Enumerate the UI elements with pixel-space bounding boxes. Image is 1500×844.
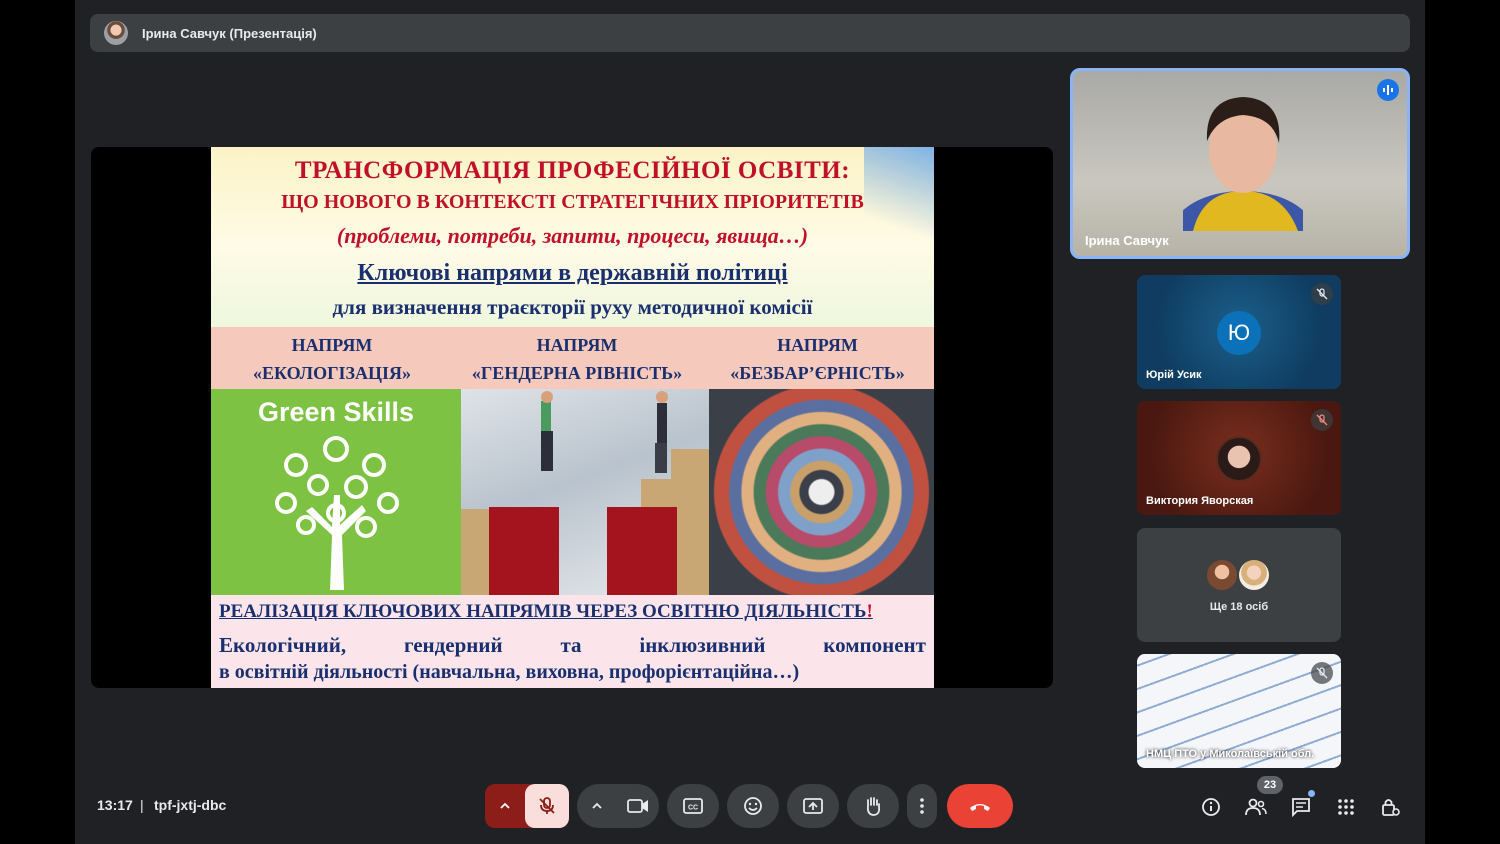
participant-name: Юрій Усик <box>1146 369 1202 381</box>
participant-tile[interactable]: Виктория Яворская <box>1137 401 1341 515</box>
camera-icon <box>627 799 648 813</box>
mic-off-icon <box>1311 662 1333 684</box>
presentation-stage[interactable]: ТРАНСФОРМАЦІЯ ПРОФЕСІЙНОЇ ОСВІТИ: ЩО НОВ… <box>91 147 1053 688</box>
mic-control-group <box>485 784 569 828</box>
avatar <box>1216 436 1262 482</box>
hang-up-icon <box>970 804 990 811</box>
speaker-video <box>1183 97 1303 231</box>
participant-name: НМЦ ПТО у Миколаївській обл. <box>1146 748 1315 760</box>
directions-row: НАПРЯМ «ЕКОЛОГІЗАЦІЯ» НАПРЯМ «ГЕНДЕРНА Р… <box>211 327 934 389</box>
footer-word: інклюзивний <box>639 633 766 657</box>
presenter-name: Ірина Савчук (Презентація) <box>142 25 317 41</box>
slide-images: Green Skills <box>211 389 934 595</box>
avatar <box>104 21 128 45</box>
direction-label: НАПРЯМ <box>536 335 618 355</box>
more-options-button[interactable] <box>907 784 937 828</box>
mic-off-button[interactable] <box>525 784 569 828</box>
info-icon <box>1202 798 1220 816</box>
slide-subtitle: ЩО НОВОГО В КОНТЕКСТІ СТРАТЕГІЧНИХ ПРІОР… <box>281 191 864 213</box>
stairs-illustration <box>461 391 709 595</box>
slide-footer-title: РЕАЛІЗАЦІЯ КЛЮЧОВИХ НАПРЯМІВ ЧЕРЕЗ ОСВІТ… <box>219 601 873 623</box>
mic-off-icon <box>539 797 555 814</box>
audio-options-chevron-up-icon[interactable] <box>485 784 525 828</box>
raise-hand-button[interactable] <box>847 784 899 828</box>
meeting-clock: 13:17 <box>97 797 133 813</box>
green-skills-image: Green Skills <box>211 389 461 595</box>
direction-label: НАПРЯМ <box>291 335 373 355</box>
active-speaker-tile[interactable]: Ірина Савчук <box>1070 68 1410 259</box>
more-participants-label: Ще 18 осіб <box>1209 601 1269 613</box>
video-options-chevron-up-icon[interactable] <box>577 784 617 828</box>
participant-name: Ірина Савчук <box>1085 233 1169 248</box>
people-button[interactable] <box>1242 793 1270 821</box>
meeting-code: tpf-jxtj-dbc <box>154 797 227 813</box>
chat-icon <box>1292 798 1310 817</box>
meet-window: Ірина Савчук (Презентація) ТРАНСФОРМАЦІЯ… <box>75 0 1425 844</box>
more-participants-tile[interactable]: Ще 18 осіб <box>1137 528 1341 642</box>
hand-icon <box>866 797 881 816</box>
presenter-bar: Ірина Савчук (Презентація) <box>90 14 1410 52</box>
footer-word: та <box>560 633 582 657</box>
present-screen-button[interactable] <box>787 784 839 828</box>
avatar-stack <box>1205 558 1275 594</box>
apps-grid-icon <box>1338 799 1354 815</box>
camera-control-group <box>577 784 659 828</box>
footer-title-exclamation: ! <box>866 601 873 622</box>
footer-word: Екологічний, <box>219 633 347 657</box>
chat-button[interactable] <box>1287 793 1315 821</box>
captions-button[interactable]: CC <box>667 784 719 828</box>
people-icon <box>1245 798 1267 816</box>
svg-text:CC: CC <box>688 805 698 812</box>
direction-name: «БЕЗБАР’ЄРНІСТЬ» <box>730 363 905 383</box>
slide-heading-sub: для визначення траєкторії руху методично… <box>332 295 813 319</box>
activities-button[interactable] <box>1332 793 1360 821</box>
present-screen-icon <box>803 798 823 814</box>
participant-count-badge: 23 <box>1257 776 1283 794</box>
separator: | <box>140 797 144 813</box>
more-vert-icon <box>920 798 924 814</box>
participant-name: Виктория Яворская <box>1146 495 1254 507</box>
unread-indicator <box>1308 790 1315 797</box>
camera-button[interactable] <box>617 784 659 828</box>
avatar: Ю <box>1217 311 1261 355</box>
mic-off-icon <box>1311 409 1333 431</box>
gender-equality-image <box>461 389 709 595</box>
avatar <box>1237 558 1271 592</box>
slide-footer: РЕАЛІЗАЦІЯ КЛЮЧОВИХ НАПРЯМІВ ЧЕРЕЗ ОСВІТ… <box>211 595 934 688</box>
participant-tile[interactable]: Ю Юрій Усик <box>1137 275 1341 389</box>
leave-call-button[interactable] <box>947 784 1013 828</box>
green-skills-title: Green Skills <box>257 397 415 427</box>
footer-word: гендерний <box>403 633 503 657</box>
footer-title-text: РЕАЛІЗАЦІЯ КЛЮЧОВИХ НАПРЯМІВ ЧЕРЕЗ ОСВІТ… <box>219 601 867 622</box>
direction-ecology: НАПРЯМ «ЕКОЛОГІЗАЦІЯ» <box>211 331 453 387</box>
direction-gender: НАПРЯМ «ГЕНДЕРНА РІВНІСТЬ» <box>453 331 701 387</box>
avatar <box>1205 558 1239 592</box>
slide-title: ТРАНСФОРМАЦІЯ ПРОФЕСІЙНОЇ ОСВІТИ: <box>294 157 851 184</box>
hands-circle-image <box>709 389 934 595</box>
gear-tree-icon <box>275 436 399 590</box>
host-controls-button[interactable] <box>1377 793 1405 821</box>
reactions-button[interactable] <box>727 784 779 828</box>
footer-word: компонент <box>823 633 926 657</box>
slide-header: ТРАНСФОРМАЦІЯ ПРОФЕСІЙНОЇ ОСВІТИ: ЩО НОВ… <box>211 147 934 327</box>
direction-name: «ГЕНДЕРНА РІВНІСТЬ» <box>471 363 683 383</box>
slide-footer-line: Екологічний, гендерний та інклюзивний ко… <box>219 633 926 658</box>
slide: ТРАНСФОРМАЦІЯ ПРОФЕСІЙНОЇ ОСВІТИ: ЩО НОВ… <box>211 147 934 688</box>
direction-accessibility: НАПРЯМ «БЕЗБАР’ЄРНІСТЬ» <box>701 331 934 387</box>
direction-name: «ЕКОЛОГІЗАЦІЯ» <box>252 363 412 383</box>
slide-footer-line-2: в освітній діяльності (навчальна, виховн… <box>219 661 800 683</box>
captions-icon: CC <box>683 798 703 814</box>
meeting-details-button[interactable] <box>1197 793 1225 821</box>
lock-gear-icon <box>1382 799 1400 816</box>
speaking-indicator-icon <box>1377 79 1399 101</box>
slide-heading: Ключові напрями в державній політиці <box>357 260 788 286</box>
participant-tile[interactable]: НМЦ ПТО у Миколаївській обл. <box>1137 654 1341 768</box>
emoji-icon <box>744 797 762 815</box>
slide-subtitle-italic: (проблеми, потреби, запити, процеси, яви… <box>336 223 809 248</box>
mic-off-icon <box>1311 283 1333 305</box>
direction-label: НАПРЯМ <box>777 335 858 355</box>
